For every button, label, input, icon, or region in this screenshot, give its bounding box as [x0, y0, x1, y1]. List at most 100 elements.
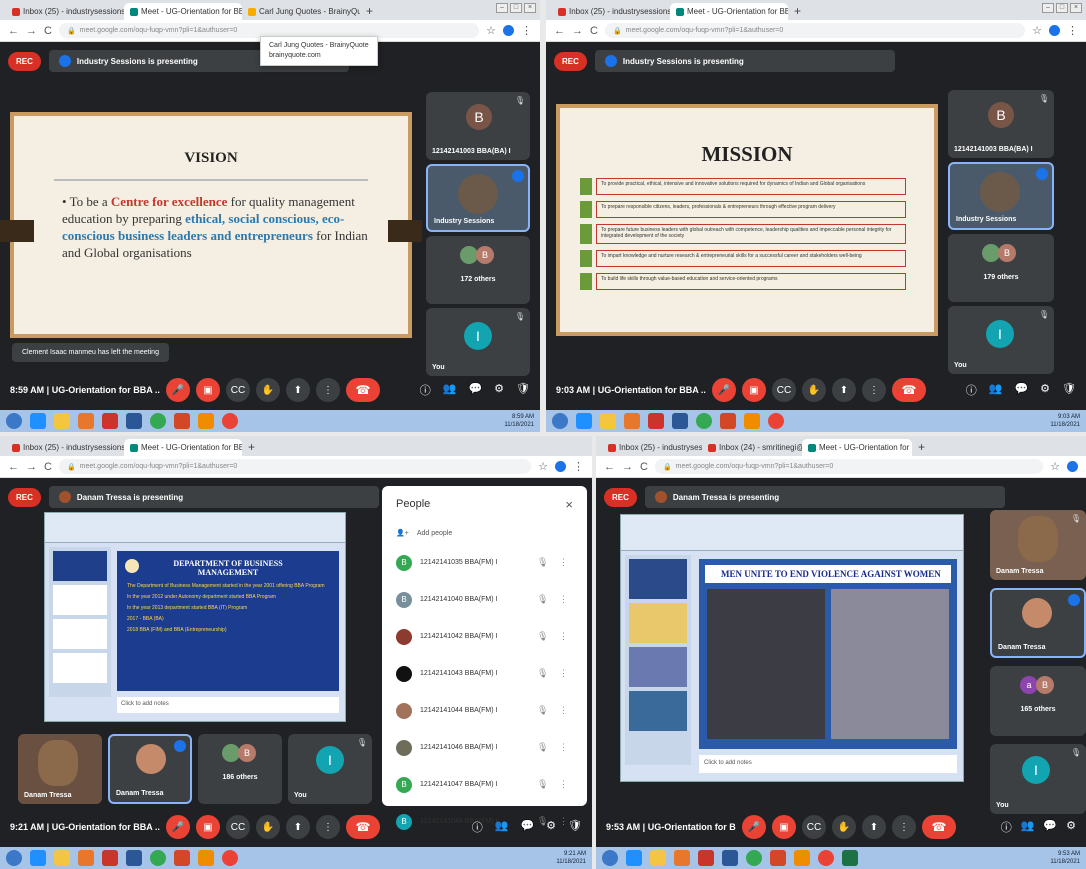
close-icon[interactable]: × — [565, 497, 573, 512]
start-icon[interactable] — [552, 413, 568, 429]
chat-icon[interactable]: 💬 — [1043, 819, 1057, 835]
participant-row[interactable]: B 12142141047 BBA(FM) I 🎙 ⋮ — [382, 766, 587, 803]
present-button[interactable]: ⬆ — [286, 815, 310, 839]
leave-call-button[interactable]: ☎ — [892, 378, 926, 402]
back-icon[interactable]: ← — [554, 25, 565, 37]
tab-inbox[interactable]: Inbox (25) - industrysessions@× — [552, 3, 670, 20]
powerpoint-icon[interactable] — [720, 413, 736, 429]
host-controls-icon[interactable]: 🛡 — [1062, 382, 1076, 398]
tab-brainyquote[interactable]: Carl Jung Quotes - BrainyQuote× — [242, 3, 360, 20]
new-tab-button[interactable]: + — [912, 439, 931, 456]
reload-icon[interactable]: C — [640, 461, 648, 473]
chrome-icon[interactable] — [150, 413, 166, 429]
url-field[interactable]: 🔒 meet.google.com/oqu-fuqp-vmn?pli=1&auth… — [654, 459, 1044, 474]
info-icon[interactable]: ⓘ — [472, 819, 483, 835]
menu-icon[interactable]: ⋮ — [573, 460, 584, 473]
profile-icon[interactable] — [555, 461, 566, 472]
star-icon[interactable]: ☆ — [486, 24, 496, 37]
star-icon[interactable]: ☆ — [1032, 24, 1042, 37]
activities-icon[interactable]: ⚙ — [1066, 819, 1076, 835]
chrome-icon[interactable] — [696, 413, 712, 429]
leave-call-button[interactable]: ☎ — [346, 378, 380, 402]
muted-mic-icon[interactable]: 🎙 — [537, 705, 551, 716]
chat-icon[interactable]: 💬 — [520, 819, 534, 835]
reload-icon[interactable]: C — [44, 25, 52, 37]
more-icon[interactable]: ⋮ — [559, 668, 573, 679]
reload-icon[interactable]: C — [44, 461, 52, 473]
participant-row[interactable]: 12142141043 BBA(FM) I 🎙 ⋮ — [382, 655, 587, 692]
thumbnail[interactable] — [53, 653, 107, 683]
host-controls-icon[interactable]: 🛡 — [568, 819, 582, 835]
maximize-icon[interactable]: □ — [510, 3, 522, 13]
add-people-button[interactable]: 👤+ Add people — [382, 522, 587, 544]
camera-button[interactable]: ▣ — [196, 815, 220, 839]
activities-icon[interactable]: ⚙ — [546, 819, 556, 835]
vlc-icon[interactable] — [794, 850, 810, 866]
muted-mic-icon[interactable]: 🎙 — [537, 742, 551, 753]
star-icon[interactable]: ☆ — [1050, 460, 1060, 473]
url-field[interactable]: 🔒 meet.google.com/oqu-fuqp-vmn?pli=1&auth… — [58, 459, 532, 474]
activities-icon[interactable]: ⚙ — [1040, 382, 1050, 398]
leave-call-button[interactable]: ☎ — [922, 815, 956, 839]
muted-mic-icon[interactable]: 🎙 — [537, 668, 551, 679]
thumbnail[interactable] — [53, 585, 107, 615]
present-button[interactable]: ⬆ — [862, 815, 886, 839]
raise-hand-button[interactable]: ✋ — [832, 815, 856, 839]
tab-inbox[interactable]: Inbox (25) - industrysessions@ — [602, 439, 702, 456]
calendar-icon[interactable] — [102, 850, 118, 866]
more-icon[interactable]: ⋮ — [559, 557, 573, 568]
people-icon[interactable]: 👥 — [1021, 819, 1035, 835]
forward-icon[interactable]: → — [26, 25, 37, 37]
close-window-icon[interactable]: × — [1070, 3, 1082, 13]
muted-mic-icon[interactable]: 🎙 — [537, 779, 551, 790]
word-icon[interactable] — [672, 413, 688, 429]
calendar-icon[interactable] — [102, 413, 118, 429]
more-options-button[interactable]: ⋮ — [862, 378, 886, 402]
raise-hand-button[interactable]: ✋ — [256, 815, 280, 839]
new-tab-button[interactable]: + — [242, 439, 261, 456]
host-controls-icon[interactable]: 🛡 — [516, 382, 530, 398]
thumbnail[interactable] — [53, 551, 107, 581]
forward-icon[interactable]: → — [26, 461, 37, 473]
captions-button[interactable]: CC — [772, 378, 796, 402]
tab-meet[interactable]: Meet - UG-Orientation for BBA× — [124, 439, 242, 456]
close-window-icon[interactable]: × — [524, 3, 536, 13]
mic-button[interactable]: 🎤 — [166, 378, 190, 402]
more-options-button[interactable]: ⋮ — [316, 815, 340, 839]
thumbnail[interactable] — [53, 619, 107, 649]
activities-icon[interactable]: ⚙ — [494, 382, 504, 398]
url-field[interactable]: 🔒 meet.google.com/oqu-fuqp-vmn?pli=1&auth… — [604, 23, 1026, 38]
powerpoint-icon[interactable] — [174, 413, 190, 429]
chrome-icon[interactable] — [150, 850, 166, 866]
thumbnail[interactable] — [629, 559, 687, 599]
tab-meet[interactable]: Meet - UG-Orientation for BBA — [802, 439, 912, 456]
more-icon[interactable]: ⋮ — [559, 631, 573, 642]
info-icon[interactable]: ⓘ — [420, 382, 431, 398]
star-icon[interactable]: ☆ — [538, 460, 548, 473]
minimize-icon[interactable]: – — [496, 3, 508, 13]
maximize-icon[interactable]: □ — [1056, 3, 1068, 13]
start-icon[interactable] — [602, 850, 618, 866]
more-icon[interactable]: ⋮ — [559, 705, 573, 716]
camera-button[interactable]: ▣ — [196, 378, 220, 402]
back-icon[interactable]: ← — [8, 461, 19, 473]
chrome-icon[interactable] — [768, 413, 784, 429]
forward-icon[interactable]: → — [572, 25, 583, 37]
captions-button[interactable]: CC — [802, 815, 826, 839]
mic-button[interactable]: 🎤 — [712, 378, 736, 402]
chat-icon[interactable]: 💬 — [1014, 382, 1028, 398]
more-options-button[interactable]: ⋮ — [316, 378, 340, 402]
ie-icon[interactable] — [30, 413, 46, 429]
explorer-icon[interactable] — [54, 413, 70, 429]
explorer-icon[interactable] — [650, 850, 666, 866]
participant-row[interactable]: B 12142141035 BBA(FM) I 🎙 ⋮ — [382, 544, 587, 581]
camera-button[interactable]: ▣ — [742, 378, 766, 402]
tab-inbox[interactable]: Inbox (25) - industrysessions@× — [6, 439, 124, 456]
tab-inbox-2[interactable]: Inbox (24) - smritinegi@ — [702, 439, 802, 456]
participant-row[interactable]: 12142141042 BBA(FM) I 🎙 ⋮ — [382, 618, 587, 655]
tab-inbox[interactable]: Inbox (25) - industrysessions@× — [6, 3, 124, 20]
profile-icon[interactable] — [1049, 25, 1060, 36]
present-button[interactable]: ⬆ — [832, 378, 856, 402]
explorer-icon[interactable] — [54, 850, 70, 866]
chrome-icon[interactable] — [222, 413, 238, 429]
